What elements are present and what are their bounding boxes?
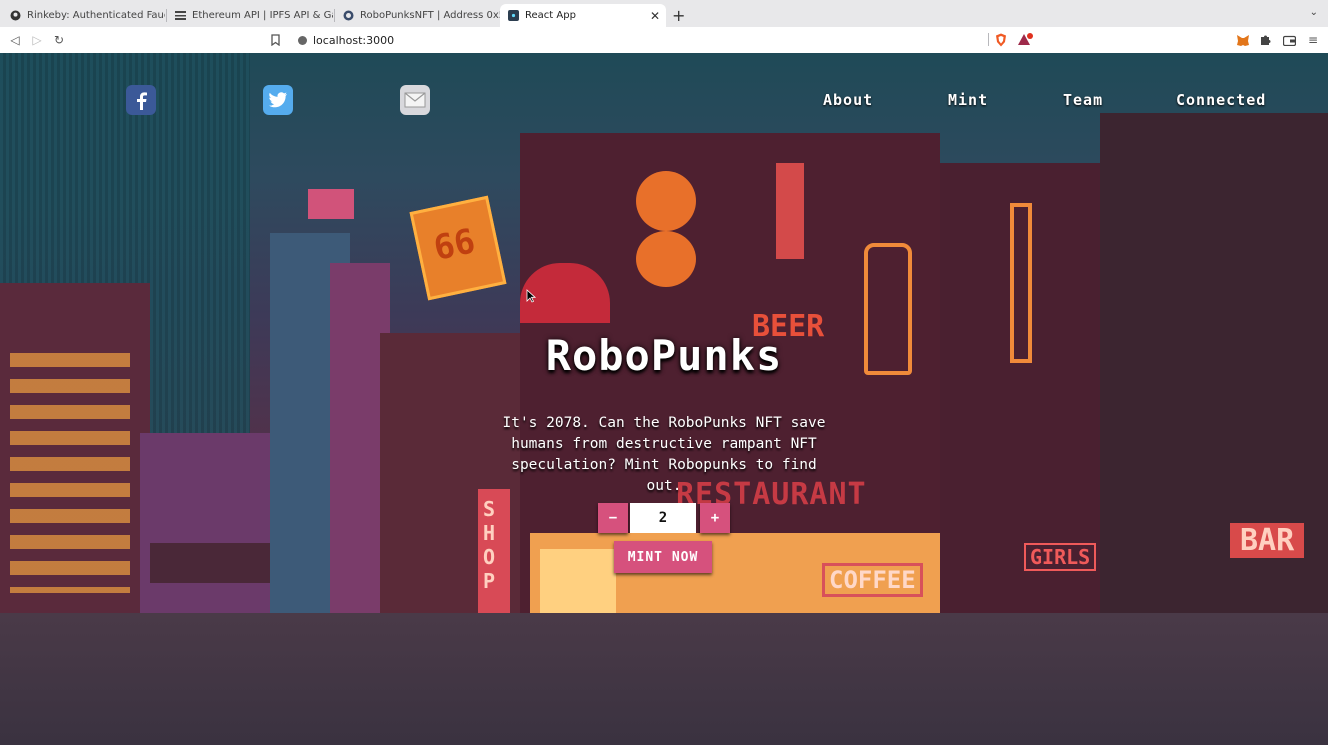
nav-connected-status[interactable]: Connected (1176, 91, 1266, 109)
browser-tab-strip: Rinkeby: Authenticated Faucet Ethereum A… (0, 0, 1328, 28)
react-icon (508, 10, 519, 21)
wallet-icon[interactable] (1281, 32, 1297, 48)
increment-button[interactable]: + (700, 503, 730, 533)
close-tab-icon[interactable]: ✕ (650, 9, 660, 23)
coffee-sign: COFFEE (822, 563, 923, 597)
facebook-icon[interactable] (126, 85, 156, 115)
url-text: localhost:3000 (313, 33, 395, 47)
tab-search-chevron-icon[interactable]: ⌄ (1310, 7, 1318, 18)
metamask-fox-icon[interactable] (1235, 32, 1251, 48)
tab-etherscan[interactable]: RoboPunksNFT | Address 0x50A01 (335, 4, 500, 27)
extensions-puzzle-icon[interactable] (1257, 32, 1273, 48)
back-icon[interactable]: ◁ (7, 32, 23, 48)
toolbar-separator (988, 33, 989, 46)
brave-rewards-icon[interactable] (1017, 32, 1033, 48)
shop-sign: SHOP (483, 497, 496, 593)
nav-about[interactable]: About (823, 91, 873, 109)
tab-title: Ethereum API | IPFS API & Gateway (192, 10, 333, 21)
decrement-button[interactable]: − (598, 503, 628, 533)
etherscan-icon (343, 10, 354, 21)
browser-menu-icon[interactable]: ≡ (1305, 32, 1321, 48)
robopunks-page: BEER RESTAURANT SHOP COFFEE GIRLS BAR 66… (0, 53, 1328, 745)
mouse-cursor-icon (526, 288, 537, 307)
tab-rinkeby-faucet[interactable]: Rinkeby: Authenticated Faucet (2, 4, 165, 27)
forward-icon[interactable]: ▷ (29, 32, 45, 48)
page-title: RoboPunks (545, 331, 783, 380)
billboard-sign: 66 (430, 221, 479, 269)
browser-toolbar: ◁ ▷ ↻ localhost:3000 ≡ (0, 27, 1328, 54)
girls-sign: GIRLS (1024, 543, 1097, 571)
github-icon (10, 10, 21, 21)
mint-now-button[interactable]: MINT NOW (614, 541, 712, 573)
tab-title: RoboPunksNFT | Address 0x50A01 (360, 10, 500, 21)
brave-shield-icon[interactable] (993, 32, 1009, 48)
bar-sign: BAR (1230, 523, 1305, 558)
nav-team[interactable]: Team (1063, 91, 1103, 109)
infura-icon (175, 10, 186, 21)
tab-infura[interactable]: Ethereum API | IPFS API & Gateway (167, 4, 333, 27)
mint-quantity-input[interactable]: 2 (630, 503, 696, 533)
tab-title: Rinkeby: Authenticated Faucet (27, 10, 165, 21)
hero-tagline: It's 2078. Can the RoboPunks NFT save hu… (502, 415, 826, 494)
new-tab-icon[interactable]: + (672, 6, 685, 25)
tab-title: React App (525, 10, 576, 21)
reload-icon[interactable]: ↻ (51, 32, 67, 48)
tab-react-app[interactable]: React App ✕ (500, 4, 666, 27)
address-bar[interactable]: localhost:3000 (288, 30, 988, 50)
site-info-icon[interactable] (298, 35, 307, 45)
bookmark-icon[interactable] (267, 32, 283, 48)
nav-mint[interactable]: Mint (948, 91, 988, 109)
twitter-icon[interactable] (263, 85, 293, 115)
mail-icon[interactable] (400, 85, 430, 115)
